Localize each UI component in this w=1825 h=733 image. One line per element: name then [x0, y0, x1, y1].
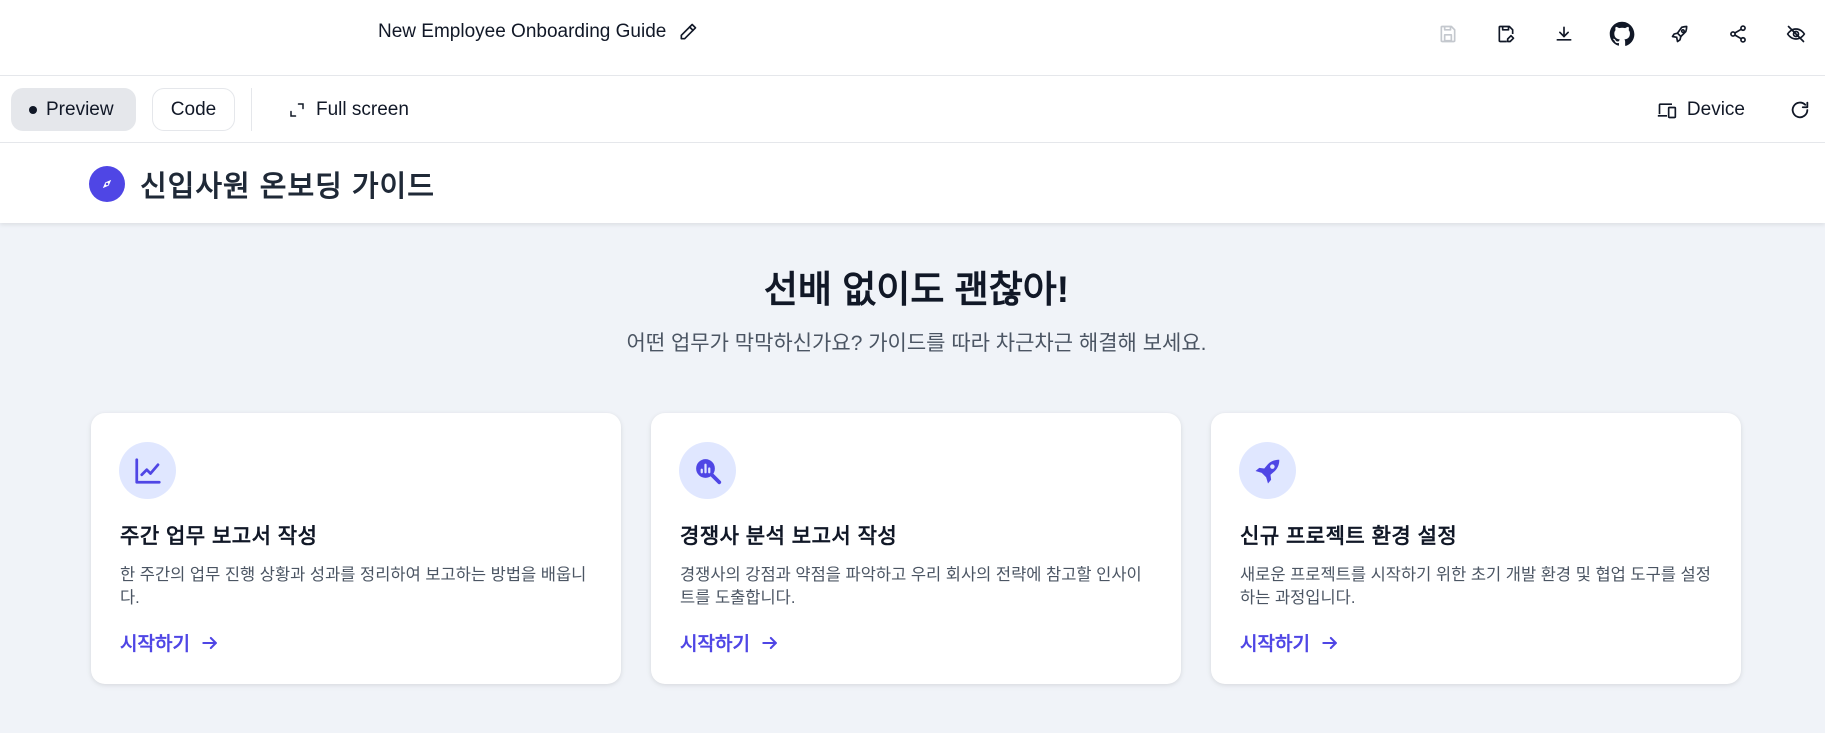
card-description: 경쟁사의 강점과 약점을 파악하고 우리 회사의 전략에 참고할 인사이트를 도… [680, 566, 1142, 607]
tab-preview[interactable]: Preview [11, 88, 136, 131]
search-chart-icon [679, 442, 736, 499]
start-link[interactable]: 시작하기 [1240, 629, 1340, 656]
start-link[interactable]: 시작하기 [680, 629, 780, 656]
tab-code-label: Code [170, 98, 217, 120]
preview-frame: 신입사원 온보딩 가이드 선배 없이도 괜찮아! 어떤 업무가 막막하신가요? … [0, 143, 1825, 733]
hero-subtitle: 어떤 업무가 막막하신가요? 가이드를 따라 차근차근 해결해 보세요. [626, 332, 1207, 355]
card-title: 주간 업무 보고서 작성 [120, 525, 318, 548]
refresh-icon[interactable] [1789, 99, 1811, 121]
start-link-label: 시작하기 [120, 634, 190, 655]
top-bar: New Employee Onboarding Guide [0, 0, 1825, 76]
active-dot-icon [29, 105, 37, 114]
tab-preview-label: Preview [46, 98, 114, 120]
device-button[interactable]: Device [1657, 88, 1745, 131]
toolbar-divider [251, 88, 252, 131]
github-icon[interactable] [1593, 14, 1651, 54]
arrow-right-icon [762, 636, 777, 649]
guide-card-weekly-report[interactable]: 주간 업무 보고서 작성 한 주간의 업무 진행 상황과 성과를 정리하여 보고… [91, 413, 621, 684]
save-icon[interactable] [1419, 14, 1477, 54]
line-chart-icon [119, 442, 176, 499]
start-link-label: 시작하기 [680, 634, 750, 655]
fullscreen-label: Full screen [316, 98, 409, 120]
document-title-text: New Employee Onboarding Guide [378, 21, 667, 42]
device-label: Device [1686, 98, 1745, 120]
card-description: 새로운 프로젝트를 시작하기 위한 초기 개발 환경 및 협업 도구를 설정하는… [1240, 566, 1711, 607]
brand[interactable]: 신입사원 온보딩 가이드 [89, 163, 435, 205]
document-title: New Employee Onboarding Guide [378, 21, 698, 43]
arrow-right-icon [1322, 636, 1337, 649]
top-actions [1419, 14, 1825, 54]
fullscreen-button[interactable]: Full screen [288, 88, 409, 131]
compass-icon [89, 166, 125, 202]
start-link[interactable]: 시작하기 [120, 629, 220, 656]
expand-icon [290, 102, 304, 117]
devices-icon [1657, 102, 1677, 118]
preview-toolbar: Preview Code Full screen Device [0, 76, 1825, 143]
pencil-icon[interactable] [678, 22, 698, 42]
tab-code[interactable]: Code [152, 88, 235, 131]
arrow-right-icon [202, 636, 217, 649]
rocket-deploy-icon[interactable] [1651, 14, 1709, 54]
brand-name: 신입사원 온보딩 가이드 [140, 171, 435, 203]
card-title: 신규 프로젝트 환경 설정 [1240, 525, 1458, 548]
card-description: 한 주간의 업무 진행 상황과 성과를 정리하여 보고하는 방법을 배웁니다. [120, 566, 587, 607]
share-icon[interactable] [1709, 14, 1767, 54]
hero-title: 선배 없이도 괜찮아! [763, 269, 1070, 310]
hide-icon[interactable] [1767, 14, 1825, 54]
rocket-icon [1239, 442, 1296, 499]
guide-card-project-setup[interactable]: 신규 프로젝트 환경 설정 새로운 프로젝트를 시작하기 위한 초기 개발 환경… [1211, 413, 1741, 684]
save-as-icon[interactable] [1477, 14, 1535, 54]
start-link-label: 시작하기 [1240, 634, 1310, 655]
site-header: 신입사원 온보딩 가이드 [0, 143, 1825, 223]
download-icon[interactable] [1535, 14, 1593, 54]
card-title: 경쟁사 분석 보고서 작성 [680, 525, 898, 548]
guide-card-competitor-analysis[interactable]: 경쟁사 분석 보고서 작성 경쟁사의 강점과 약점을 파악하고 우리 회사의 전… [651, 413, 1181, 684]
